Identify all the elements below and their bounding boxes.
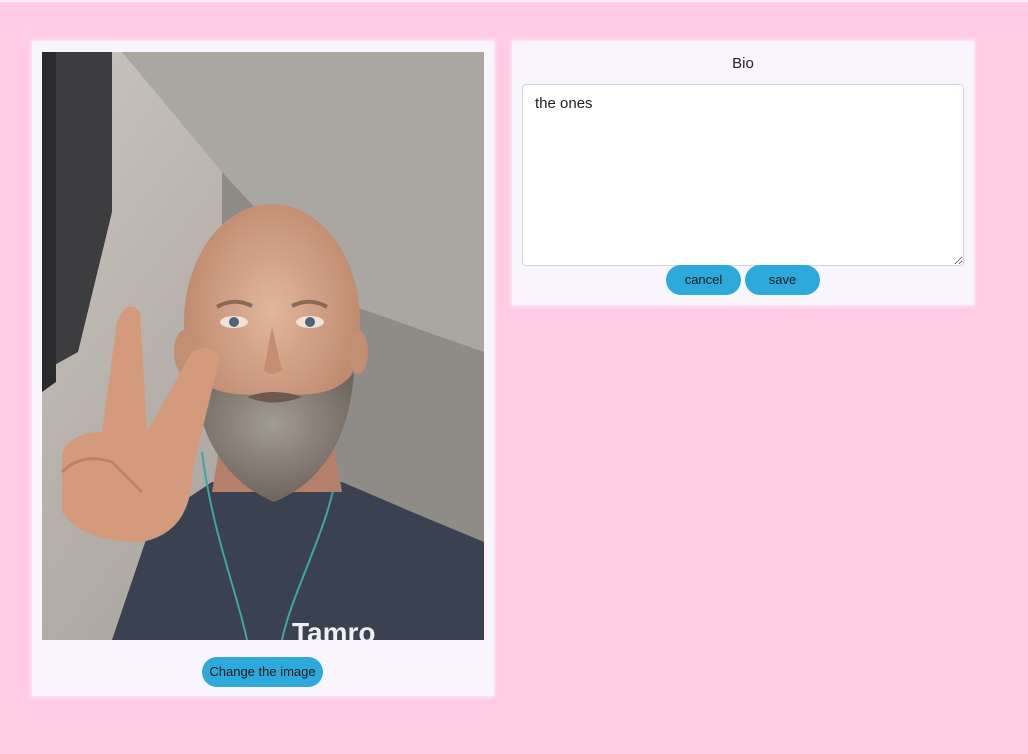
save-button[interactable]: save <box>745 265 820 295</box>
bio-title: Bio <box>732 55 754 72</box>
cancel-button[interactable]: cancel <box>666 265 741 295</box>
change-image-button[interactable]: Change the image <box>202 657 323 687</box>
bio-card: Bio the ones cancel save <box>512 41 974 305</box>
bio-textarea[interactable]: the ones <box>522 84 964 266</box>
profile-photo: Tamro <box>42 52 484 640</box>
shirt-logo: Tamro <box>292 617 376 640</box>
top-border <box>0 0 1028 2</box>
photo-card: Tamro Change the image <box>32 41 494 696</box>
